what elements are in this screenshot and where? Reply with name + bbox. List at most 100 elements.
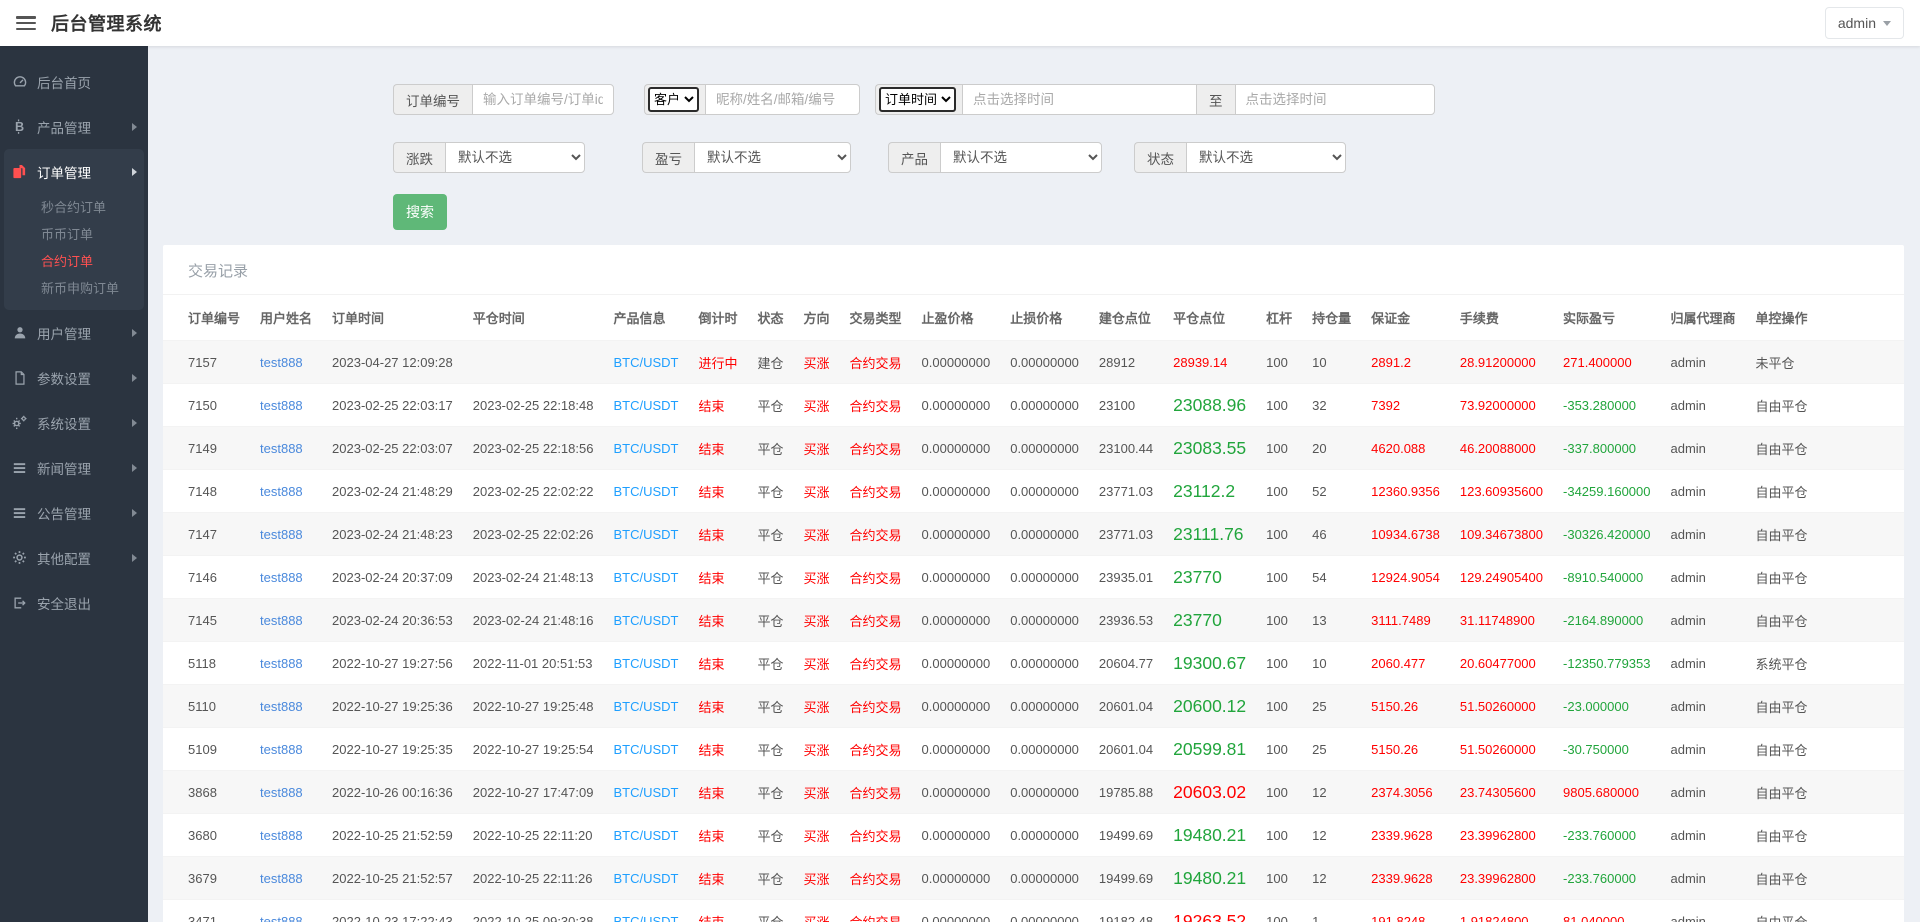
cell-trade_type: 合约交易: [839, 469, 912, 513]
cell-user[interactable]: test888: [250, 555, 323, 599]
customer-input[interactable]: [705, 84, 860, 115]
filter-row-2: 涨跌 默认不选 盈亏 默认不选 产品 默认不选 状态 默认不选: [393, 142, 1904, 173]
cell-close_time: 2023-02-25 22:18:56: [462, 426, 604, 470]
cell-product[interactable]: BTC/USDT: [603, 512, 689, 556]
table-row: 3868 test888 2022-10-26 00:16:36 2022-10-27…: [163, 770, 1904, 814]
sidebar-item-orders[interactable]: 订单管理: [4, 149, 144, 194]
cell-user[interactable]: test888: [250, 340, 323, 384]
user-dropdown[interactable]: admin: [1824, 7, 1904, 39]
sidebar-item-label: 后台首页: [37, 75, 91, 91]
cell-status: 平仓: [747, 469, 794, 513]
customer-type-select[interactable]: 客户: [648, 87, 699, 112]
cell-control: 自由平仓: [1745, 899, 1818, 922]
cell-control: 自由平仓: [1745, 383, 1818, 427]
time-to-input[interactable]: [1234, 84, 1435, 115]
cell-product[interactable]: BTC/USDT: [603, 899, 689, 922]
sidebar-subitem-second-contract-orders[interactable]: 秒合约订单: [4, 194, 144, 221]
cell-user[interactable]: test888: [250, 813, 323, 857]
cell-user[interactable]: test888: [250, 383, 323, 427]
panel-title: 交易记录: [163, 245, 1904, 295]
cell-fee: 123.60935600: [1449, 469, 1554, 513]
customer-select-addon: 客户: [644, 84, 705, 115]
table-body: 7157 test888 2023-04-27 12:09:28 BTC/USDT 进行…: [163, 340, 1904, 922]
cell-product[interactable]: BTC/USDT: [603, 340, 689, 384]
table-row: 5118 test888 2022-10-27 19:27:56 2022-11-01…: [163, 641, 1904, 685]
cell-leverage: 100: [1256, 383, 1303, 427]
time-from-input[interactable]: [962, 84, 1197, 115]
sidebar-item-label: 产品管理: [37, 120, 91, 136]
cell-user[interactable]: test888: [250, 899, 323, 922]
table-row: 3471 test888 2022-10-23 17:22:43 2022-10-25…: [163, 899, 1904, 922]
cell-direction: 买涨: [793, 383, 840, 427]
cell-close_price: 23112.2: [1163, 469, 1257, 513]
cell-product[interactable]: BTC/USDT: [603, 770, 689, 814]
sidebar-subitem-new-coin-orders[interactable]: 新币申购订单: [4, 275, 144, 302]
cell-product[interactable]: BTC/USDT: [603, 426, 689, 470]
chevron-right-icon: [132, 328, 137, 337]
sidebar-item-products[interactable]: B 产品管理: [0, 104, 148, 149]
cell-status: 平仓: [747, 770, 794, 814]
search-button[interactable]: 搜索: [393, 194, 447, 230]
cell-leverage: 100: [1256, 641, 1303, 685]
cell-amount: 54: [1302, 555, 1362, 599]
col-leverage: 杠杆: [1266, 311, 1293, 326]
sidebar-item-users[interactable]: 用户管理: [0, 310, 148, 355]
table-row: 7149 test888 2023-02-25 22:03:07 2023-02-25…: [163, 426, 1904, 470]
col-filler: [1818, 295, 1904, 341]
cell-open_time: 2023-02-24 20:37:09: [322, 555, 463, 599]
cell-product[interactable]: BTC/USDT: [603, 727, 689, 771]
cell-open_price: 20604.77: [1088, 641, 1164, 685]
cell-open_time: 2022-10-25 21:52:57: [322, 856, 463, 900]
cell-agent: admin: [1660, 684, 1746, 728]
cell-margin: 5150.26: [1361, 684, 1450, 728]
cell-amount: 10: [1302, 340, 1362, 384]
cell-product[interactable]: BTC/USDT: [603, 856, 689, 900]
cell-filler: [1817, 555, 1904, 599]
product-select[interactable]: 默认不选: [940, 142, 1102, 173]
cell-user[interactable]: test888: [250, 512, 323, 556]
status-select[interactable]: 默认不选: [1186, 142, 1346, 173]
order-no-label: 订单编号: [393, 84, 472, 115]
sidebar-item-logout[interactable]: 安全退出: [0, 580, 148, 625]
cell-product[interactable]: BTC/USDT: [603, 813, 689, 857]
cell-countdown: 结束: [688, 469, 748, 513]
cell-user[interactable]: test888: [250, 641, 323, 685]
cell-product[interactable]: BTC/USDT: [603, 383, 689, 427]
cell-product[interactable]: BTC/USDT: [603, 469, 689, 513]
cell-amount: 25: [1302, 684, 1362, 728]
cell-close_time: [462, 340, 604, 384]
cell-close_time: 2022-10-25 09:30:38: [462, 899, 604, 922]
cell-product[interactable]: BTC/USDT: [603, 641, 689, 685]
sidebar-item-announcements[interactable]: 公告管理: [0, 490, 148, 535]
cell-user[interactable]: test888: [250, 598, 323, 642]
profit-select[interactable]: 默认不选: [694, 142, 851, 173]
cell-product[interactable]: BTC/USDT: [603, 555, 689, 599]
cell-fee: 23.74305600: [1449, 770, 1554, 814]
user-name: admin: [1837, 15, 1876, 31]
cell-leverage: 100: [1256, 899, 1303, 922]
cell-product[interactable]: BTC/USDT: [603, 598, 689, 642]
cell-user[interactable]: test888: [250, 469, 323, 513]
cell-user[interactable]: test888: [250, 727, 323, 771]
time-type-select[interactable]: 订单时间: [879, 87, 956, 112]
cell-user[interactable]: test888: [250, 426, 323, 470]
cell-id: 7146: [163, 555, 251, 599]
sidebar-item-system-settings[interactable]: 系统设置: [0, 400, 148, 445]
col-fee: 手续费: [1459, 311, 1499, 326]
menu-icon[interactable]: [16, 16, 36, 30]
order-no-input[interactable]: [472, 84, 614, 115]
updown-select[interactable]: 默认不选: [445, 142, 585, 173]
sidebar-item-news[interactable]: 新闻管理: [0, 445, 148, 490]
sidebar-subitem-contract-orders[interactable]: 合约订单: [4, 248, 144, 275]
sidebar-item-parameters[interactable]: 参数设置: [0, 355, 148, 400]
cell-fee: 73.92000000: [1449, 383, 1554, 427]
sidebar-item-other-config[interactable]: 其他配置: [0, 535, 148, 580]
sidebar-subitem-spot-orders[interactable]: 币币订单: [4, 221, 144, 248]
cell-user[interactable]: test888: [250, 684, 323, 728]
sidebar-item-dashboard[interactable]: 后台首页: [0, 59, 148, 104]
cell-user[interactable]: test888: [250, 770, 323, 814]
cell-margin: 5150.26: [1361, 727, 1450, 771]
cell-agent: admin: [1660, 727, 1746, 771]
cell-product[interactable]: BTC/USDT: [603, 684, 689, 728]
cell-user[interactable]: test888: [250, 856, 323, 900]
